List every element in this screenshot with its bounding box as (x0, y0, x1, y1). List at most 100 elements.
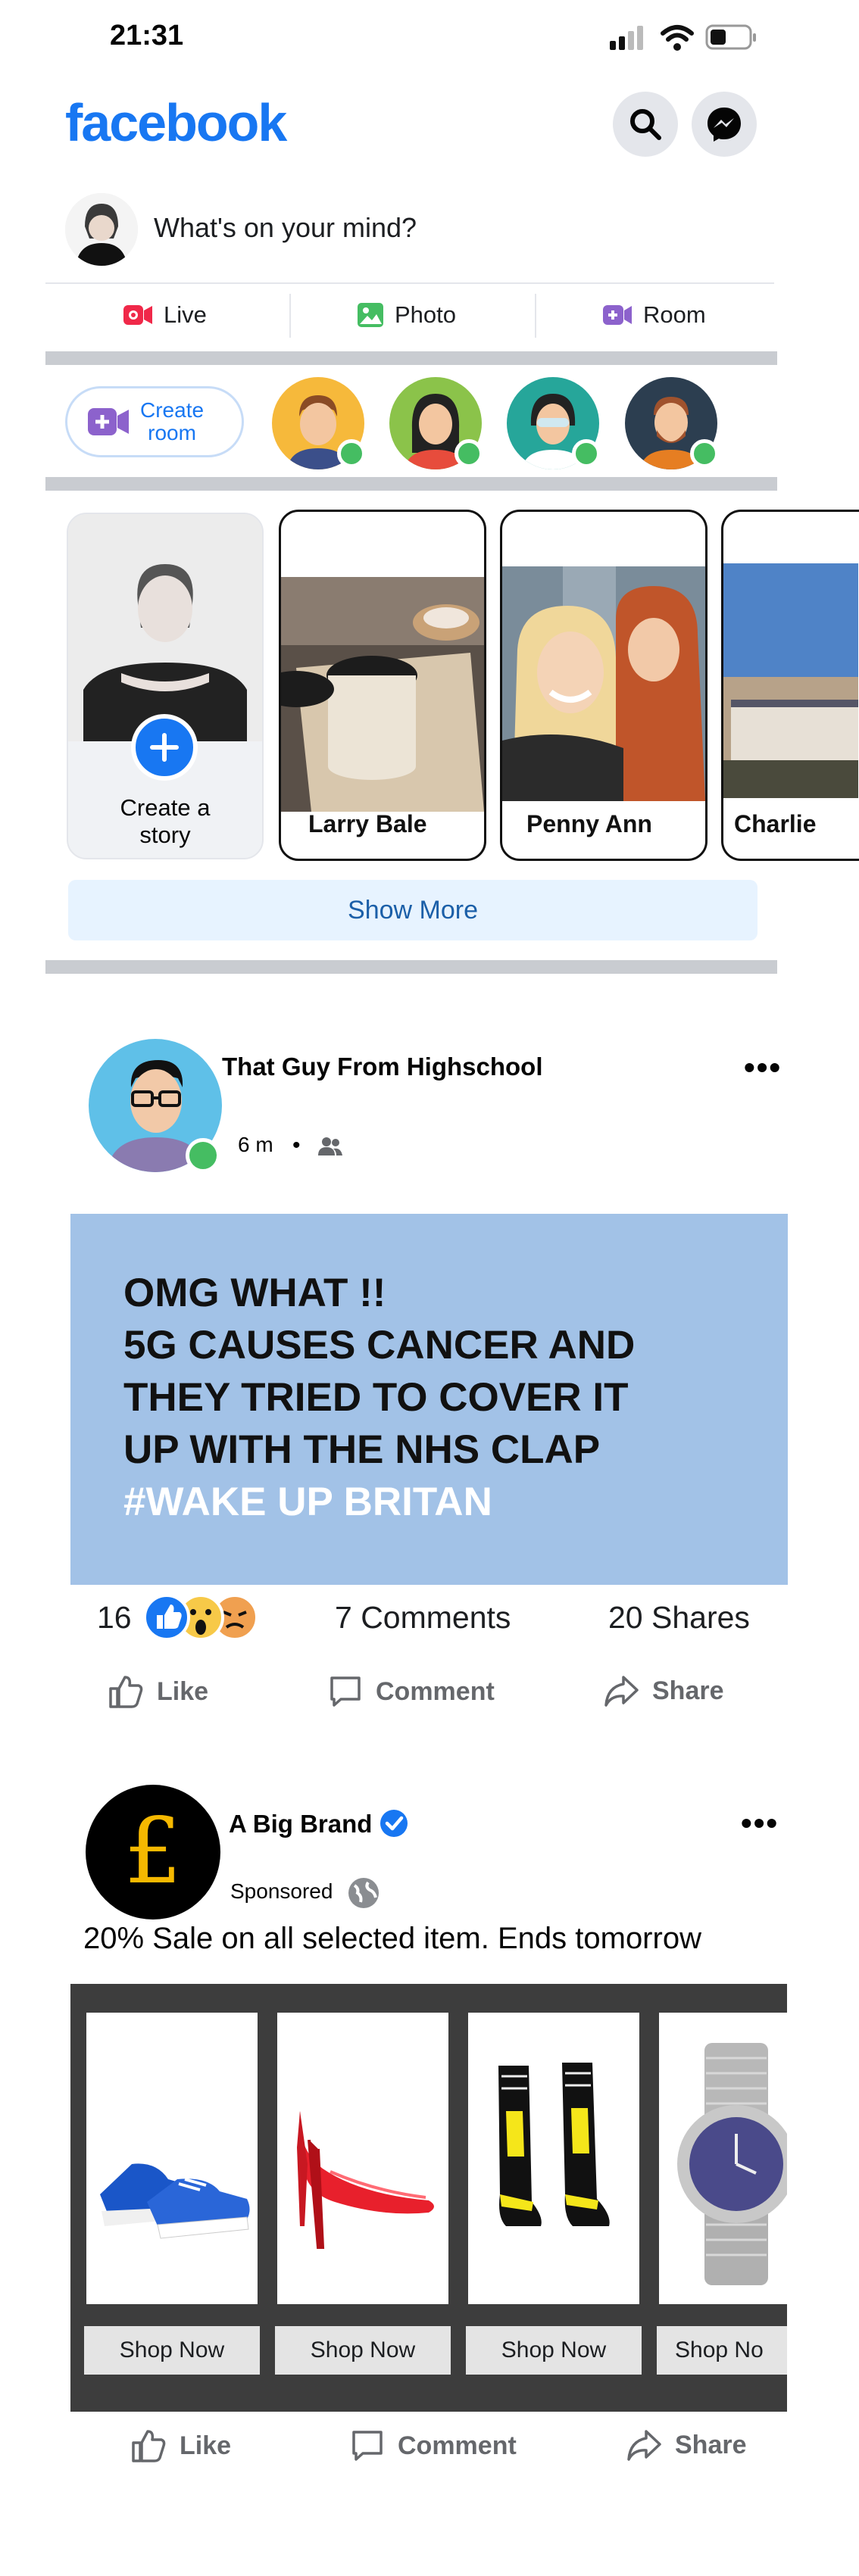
boots-icon (498, 2063, 610, 2226)
wifi-icon (661, 25, 694, 51)
show-more-button[interactable]: Show More (68, 880, 757, 940)
messenger-icon (708, 108, 741, 142)
create-room-button[interactable]: Create room (65, 386, 244, 457)
room-label: Room (643, 301, 706, 328)
thumbs-up-icon (109, 1676, 143, 1708)
thumbs-up-icon (132, 2430, 166, 2462)
reactions-summary[interactable] (142, 1592, 263, 1642)
product-card[interactable] (277, 2013, 448, 2304)
post-author-name[interactable]: That Guy From Highschool (222, 1053, 543, 1081)
globe-icon (348, 1878, 379, 1908)
add-story-button[interactable] (131, 714, 198, 781)
divider (289, 294, 291, 338)
create-story-label-1: Create a (120, 794, 211, 821)
product-carousel[interactable]: Shop Now Shop Now Shop Now Shop No (70, 1984, 787, 2412)
brand-name[interactable]: A Big Brand (229, 1810, 372, 1838)
online-indicator (572, 439, 601, 468)
share-icon (627, 2430, 661, 2461)
like-button[interactable]: Like (108, 1675, 208, 1708)
post-hashtag[interactable]: #WAKE UP BRITAN (123, 1476, 760, 1528)
reaction-count[interactable]: 16 (97, 1600, 132, 1636)
friends-icon (318, 1137, 342, 1155)
messenger-button[interactable] (692, 92, 757, 157)
high-heel-icon (297, 2111, 434, 2249)
share-button[interactable]: Share (626, 2429, 747, 2461)
live-label: Live (164, 301, 207, 328)
like-button[interactable]: Like (131, 2429, 231, 2462)
live-button[interactable]: Live (123, 301, 207, 329)
plus-icon (150, 733, 179, 762)
story-card[interactable]: Larry Bale (279, 510, 486, 861)
meta-separator: • (292, 1133, 301, 1158)
story-card[interactable]: Charlie (721, 510, 859, 861)
online-indicator (337, 439, 366, 468)
room-button[interactable]: Room (602, 301, 706, 329)
cellular-signal-icon (610, 26, 643, 50)
photo-label: Photo (395, 301, 457, 328)
share-button[interactable]: Share (604, 1675, 724, 1707)
comment-button[interactable]: Comment (351, 2429, 517, 2462)
photo-button[interactable]: Photo (357, 301, 456, 329)
divider (45, 282, 774, 284)
story-name: Charlie (734, 810, 817, 837)
sneakers-icon (100, 2163, 250, 2239)
search-icon (630, 109, 661, 140)
brand-logo: £ (123, 1799, 183, 1904)
like-label: Like (180, 2431, 232, 2460)
post-line: UP WITH THE NHS CLAP (123, 1427, 601, 1472)
online-indicator (186, 1138, 220, 1173)
post-line: OMG WHAT !! (123, 1271, 386, 1315)
story-name: Penny Ann (526, 810, 652, 837)
comment-button[interactable]: Comment (329, 1675, 495, 1708)
story-card[interactable]: Penny Ann (500, 510, 708, 861)
post-line: 5G CAUSES CANCER AND (123, 1323, 636, 1368)
online-indicator (454, 439, 483, 468)
create-story-card[interactable]: Create a story (67, 513, 264, 859)
facebook-logo[interactable]: facebook (65, 92, 287, 153)
status-icons (610, 21, 761, 55)
product-card[interactable] (86, 2013, 258, 2304)
create-room-label-2: room (148, 421, 196, 444)
photo-icon (358, 303, 383, 327)
post-text: OMG WHAT !! 5G CAUSES CANCER AND THEY TR… (123, 1267, 760, 1528)
section-divider (45, 477, 777, 491)
sponsored-label[interactable]: Sponsored (230, 1879, 333, 1904)
ad-caption: 20% Sale on all selected item. Ends tomo… (83, 1922, 701, 1955)
comment-icon (352, 2431, 383, 2461)
like-label: Like (157, 1676, 209, 1706)
online-indicator (690, 439, 719, 468)
user-avatar[interactable] (65, 193, 138, 266)
battery-icon (705, 24, 756, 50)
create-room-label-1: Create (140, 398, 205, 422)
comment-label: Comment (398, 2431, 517, 2460)
shop-now-button[interactable]: Shop Now (84, 2326, 260, 2375)
comment-label: Comment (376, 1676, 495, 1706)
shop-now-button[interactable]: Shop Now (466, 2326, 642, 2375)
product-card[interactable] (468, 2013, 639, 2304)
shares-count[interactable]: 20 Shares (608, 1600, 750, 1636)
section-divider (45, 960, 777, 974)
story-name: Larry Bale (308, 810, 427, 837)
search-button[interactable] (613, 92, 678, 157)
comments-count[interactable]: 7 Comments (335, 1600, 511, 1636)
live-video-icon (123, 305, 152, 325)
product-card[interactable] (659, 2013, 787, 2304)
post-time[interactable]: 6 m (238, 1133, 273, 1157)
share-label: Share (652, 1676, 724, 1705)
shop-now-button[interactable]: Shop No (657, 2326, 787, 2375)
like-reaction-icon (143, 1594, 190, 1641)
composer-input[interactable]: What's on your mind? (154, 212, 417, 244)
ad-options-icon[interactable]: ••• (741, 1805, 779, 1842)
post-line: THEY TRIED TO COVER IT (123, 1375, 629, 1420)
comment-icon (330, 1676, 361, 1707)
watch-icon (677, 2043, 787, 2285)
share-label: Share (675, 2430, 747, 2459)
status-time: 21:31 (110, 20, 184, 51)
post-options-icon[interactable]: ••• (744, 1049, 782, 1086)
room-icon (603, 305, 632, 325)
brand-avatar[interactable]: £ (86, 1785, 220, 1920)
shop-now-button[interactable]: Shop Now (275, 2326, 451, 2375)
section-divider (45, 351, 777, 365)
divider (535, 294, 536, 338)
room-icon (88, 408, 129, 435)
